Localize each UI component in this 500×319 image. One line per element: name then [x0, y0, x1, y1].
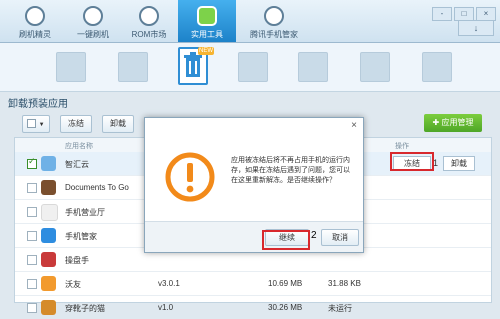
nav-item-tencent-manager[interactable]: 腾讯手机管家	[240, 0, 308, 42]
minimize-button[interactable]: -	[432, 7, 452, 21]
checkbox-icon	[27, 119, 37, 129]
rom-bag-icon	[139, 6, 159, 26]
row-checkbox[interactable]: ✓	[27, 156, 37, 169]
row-checkbox[interactable]	[27, 231, 37, 241]
new-badge: NEW	[198, 47, 214, 55]
window-controls: - □ ×	[430, 3, 496, 21]
image-tool-icon[interactable]	[298, 52, 328, 82]
step-number: 2	[311, 230, 317, 241]
dialog-message: 应用被冻结后将不再占用手机的运行内存，如果在冻结后遇到了问题，您可以在这里重新解…	[231, 157, 350, 184]
dialog-footer: 继续 2 取消	[145, 221, 363, 252]
puzzle-tool-icon[interactable]	[118, 52, 148, 82]
app-icon	[41, 228, 56, 243]
maximize-button[interactable]: □	[454, 7, 474, 21]
select-all-dropdown[interactable]: ▼	[22, 115, 50, 133]
header-app-name: 应用名称	[65, 143, 93, 150]
table-row[interactable]: 穿靴子的猫 v1.0 30.26 MB 未运行	[15, 296, 491, 319]
highlight-continue	[262, 230, 310, 250]
tool-icon-bar	[0, 43, 500, 92]
close-icon[interactable]: ×	[351, 120, 357, 131]
chevron-down-icon: ▼	[38, 122, 45, 128]
row-checkbox[interactable]	[27, 255, 37, 265]
row-uninstall-button[interactable]: 卸载	[443, 156, 475, 171]
app-icon	[41, 252, 56, 267]
search-tool-icon[interactable]	[422, 52, 452, 82]
check-icon: ✓	[28, 156, 36, 166]
section-title: 卸载预装应用	[8, 99, 68, 110]
highlight-freeze	[390, 152, 434, 171]
freeze-button[interactable]: 冻结	[60, 115, 92, 133]
row-checkbox[interactable]	[27, 279, 37, 289]
header-operation: 操作	[395, 143, 409, 150]
confirm-dialog: × 应用被冻结后将不再占用手机的运行内存，如果在冻结后遇到了问题，您可以在这里重…	[144, 117, 364, 253]
app-icon	[41, 156, 56, 171]
close-window-button[interactable]: ×	[476, 7, 496, 21]
download-arrow-button[interactable]: ↓	[458, 20, 494, 36]
shield-icon	[264, 6, 284, 26]
row-checkbox[interactable]	[27, 207, 37, 217]
play-icon	[83, 6, 103, 26]
warning-icon	[165, 152, 215, 202]
nav-item-one-key-flash[interactable]: 一键刷机	[64, 0, 122, 42]
app-icon	[41, 276, 56, 291]
app-icon	[41, 180, 56, 195]
nav-item-rom-market[interactable]: ROM市场	[120, 0, 178, 42]
row-checkbox[interactable]	[27, 183, 37, 193]
grid-icon	[197, 6, 217, 26]
app-icon	[41, 204, 58, 221]
top-nav-bar: 刷机精灵 一键刷机 ROM市场 实用工具 腾讯手机管家 - □ × ↓	[0, 0, 500, 43]
table-row[interactable]: 沃友 v3.0.1 10.69 MB 31.88 KB	[15, 272, 491, 296]
file-tool-icon[interactable]	[238, 52, 268, 82]
app-manage-button[interactable]: ✚ 应用管理	[424, 114, 482, 132]
nav-item-shuaji-jingling[interactable]: 刷机精灵	[6, 0, 64, 42]
cancel-button[interactable]: 取消	[321, 229, 359, 246]
nav-item-tools[interactable]: 实用工具	[178, 0, 236, 42]
app-icon	[41, 300, 56, 315]
mail-tool-icon[interactable]	[56, 52, 86, 82]
uninstall-button[interactable]: 卸载	[102, 115, 134, 133]
copy-tool-icon[interactable]	[360, 52, 390, 82]
row-checkbox[interactable]	[27, 303, 37, 313]
shuaji-logo-icon	[25, 6, 45, 26]
